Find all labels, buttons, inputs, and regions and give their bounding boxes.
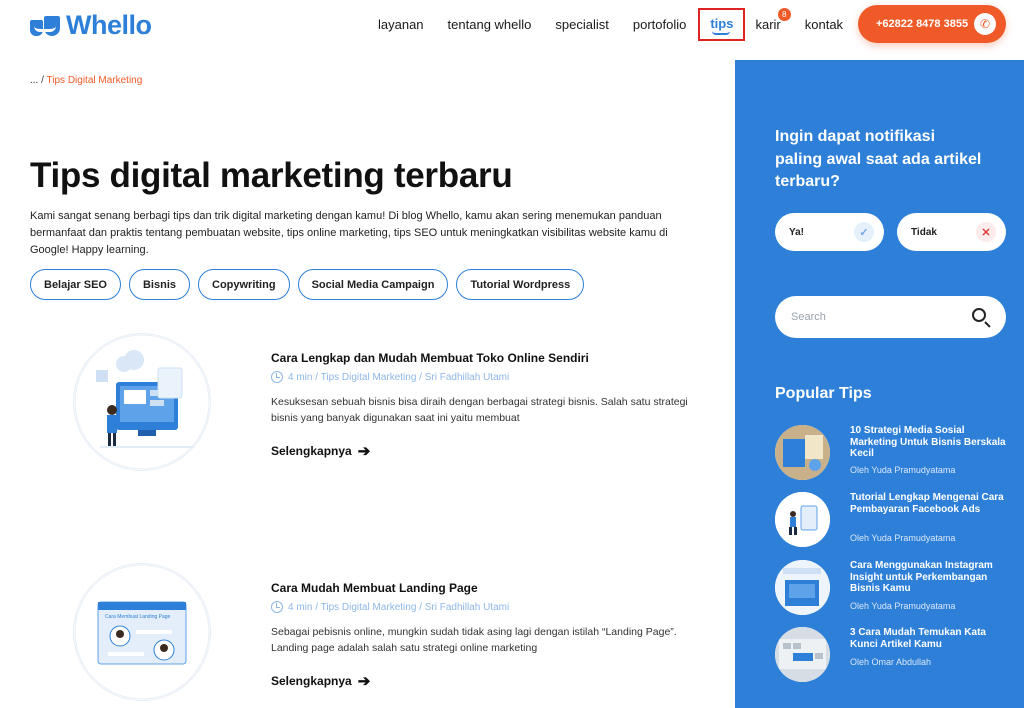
nav-kontak[interactable]: kontak [805, 17, 843, 32]
nav-tentang-whello[interactable]: tentang whello [448, 17, 532, 32]
search-input[interactable] [791, 308, 961, 326]
nav-tips-label: tips [710, 15, 734, 31]
nav-specialist[interactable]: specialist [555, 17, 608, 32]
thumb-caption: Cara Membuat Landing Page [105, 614, 171, 620]
read-more-label: Selengkapnya [271, 674, 352, 688]
landing-page-illustration: Cara Membuat Landing Page [74, 564, 210, 700]
page-intro: Kami sangat senang berbagi tips dan trik… [30, 210, 668, 256]
article-meta-text: 4 min / Tips Digital Marketing / Sri Fad… [288, 601, 510, 613]
popular-tip-item[interactable]: Cara Menggunakan Instagram Insight untuk… [775, 560, 1015, 616]
search-box [775, 296, 1006, 338]
sidebar: Ingin dapat notifikasi paling awal saat … [735, 60, 1024, 708]
phone-number: +62822 8478 3855 [876, 18, 969, 30]
popular-tip-title: Tutorial Lengkap Mengenai Cara Pembayara… [850, 492, 1004, 515]
article-title[interactable]: Cara Mudah Membuat Landing Page [271, 581, 478, 595]
main-nav: layanan tentang whello specialist portof… [378, 0, 867, 48]
nav-karir[interactable]: karir 8 [755, 7, 791, 32]
tag-belajar-seo[interactable]: Belajar SEO [30, 269, 121, 300]
breadcrumb-separator: / [41, 75, 44, 86]
notify-yes-label: Ya! [789, 226, 805, 238]
tag-bisnis[interactable]: Bisnis [128, 269, 190, 300]
notify-no-label: Tidak [911, 226, 937, 238]
nav-tips[interactable]: tips [698, 7, 746, 41]
tag-tutorial-wordpress[interactable]: Tutorial Wordpress [456, 269, 585, 300]
karir-count-badge: 8 [777, 7, 791, 21]
tag-social-media-campaign[interactable]: Social Media Campaign [297, 269, 449, 300]
close-icon: ✕ [976, 222, 996, 242]
popular-tip-author: Oleh Yuda Pramudyatama [850, 533, 956, 543]
popular-tip-item[interactable]: Tutorial Lengkap Mengenai Cara Pembayara… [775, 492, 1015, 548]
article-excerpt: Sebagai pebisnis online, mungkin sudah t… [271, 626, 677, 654]
category-tags: Belajar SEO Bisnis Copywriting Social Me… [30, 269, 592, 300]
breadcrumb: ... / Tips Digital Marketing [30, 75, 142, 86]
tag-copywriting[interactable]: Copywriting [198, 269, 290, 300]
search-icon[interactable] [972, 308, 986, 322]
article-excerpt: Kesuksesan sebuah bisnis bisa diraih den… [271, 396, 688, 424]
clock-icon [271, 371, 283, 383]
popular-tip-author: Oleh Omar Abdullah [850, 657, 932, 667]
article-thumbnail[interactable]: Cara Membuat Landing Page [74, 564, 210, 700]
popular-tip-author: Oleh Yuda Pramudyatama [850, 601, 956, 611]
arrow-right-icon: ➔ [357, 443, 371, 460]
wave-underline-icon [712, 31, 731, 35]
whello-logo[interactable]: Whello [30, 10, 152, 41]
arrow-right-icon: ➔ [357, 673, 371, 690]
check-icon: ✓ [854, 222, 874, 242]
popular-tip-thumbnail [775, 560, 830, 615]
clock-icon [271, 601, 283, 613]
breadcrumb-ellipsis[interactable]: ... [30, 75, 38, 86]
read-more-label: Selengkapnya [271, 444, 352, 458]
phone-icon: ✆ [974, 13, 996, 35]
popular-tip-thumbnail [775, 492, 830, 547]
read-more-link[interactable]: Selengkapnya ➔ [271, 672, 370, 690]
notify-yes-button[interactable]: Ya! ✓ [775, 213, 884, 251]
popular-tip-item[interactable]: 10 Strategi Media Sosial Marketing Untuk… [775, 425, 1015, 481]
popular-tip-title: Cara Menggunakan Instagram Insight untuk… [850, 560, 993, 594]
article-meta: 4 min / Tips Digital Marketing / Sri Fad… [271, 371, 509, 383]
nav-portofolio[interactable]: portofolio [633, 17, 686, 32]
online-store-illustration [74, 334, 210, 470]
page-title: Tips digital marketing terbaru [30, 156, 513, 195]
logo-icon [30, 14, 64, 38]
notify-no-button[interactable]: Tidak ✕ [897, 213, 1006, 251]
popular-tip-thumbnail [775, 627, 830, 682]
notification-question: Ingin dapat notifikasi paling awal saat … [775, 128, 982, 190]
breadcrumb-current: Tips Digital Marketing [46, 75, 143, 86]
popular-tip-author: Oleh Yuda Pramudyatama [850, 465, 956, 475]
nav-karir-label: karir [755, 16, 781, 32]
phone-contact-button[interactable]: +62822 8478 3855 ✆ [858, 5, 1006, 43]
article-meta: 4 min / Tips Digital Marketing / Sri Fad… [271, 601, 509, 613]
article-meta-text: 4 min / Tips Digital Marketing / Sri Fad… [288, 371, 510, 383]
article-thumbnail[interactable] [74, 334, 210, 470]
popular-tip-thumbnail [775, 425, 830, 480]
logo-text: Whello [66, 10, 152, 40]
popular-tip-title: 3 Cara Mudah Temukan Kata Kunci Artikel … [850, 627, 986, 650]
nav-layanan[interactable]: layanan [378, 17, 424, 32]
site-header: Whello layanan tentang whello specialist… [0, 0, 1024, 52]
read-more-link[interactable]: Selengkapnya ➔ [271, 442, 370, 460]
popular-tip-item[interactable]: 3 Cara Mudah Temukan Kata Kunci Artikel … [775, 627, 1015, 683]
article-title[interactable]: Cara Lengkap dan Mudah Membuat Toko Onli… [271, 351, 589, 365]
popular-tips-heading: Popular Tips [775, 385, 872, 402]
popular-tip-title: 10 Strategi Media Sosial Marketing Untuk… [850, 425, 1006, 459]
